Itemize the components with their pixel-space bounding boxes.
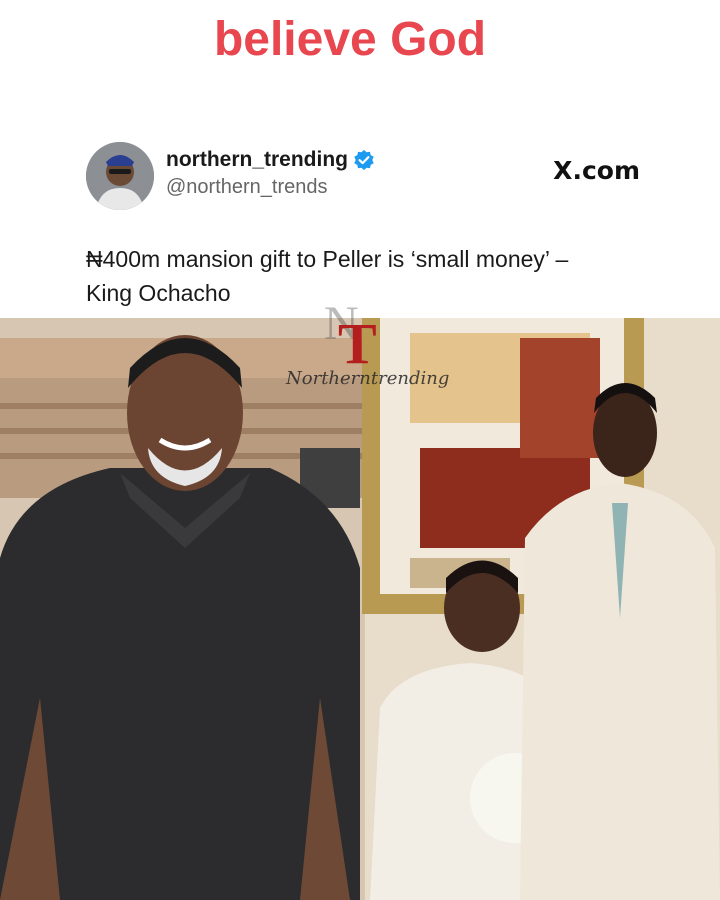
- watermark-t-letter: T: [338, 311, 377, 376]
- display-name[interactable]: northern_trending: [166, 148, 374, 172]
- display-name-text: northern_trending: [166, 148, 348, 171]
- watermark-text: Northerntrending: [286, 368, 450, 389]
- verified-badge-icon: [354, 150, 374, 170]
- account-names: northern_trending @northern_trends: [166, 148, 374, 199]
- caption-title: believe God: [213, 13, 487, 66]
- avatar[interactable]: [86, 142, 154, 210]
- x-logo[interactable]: X.com: [553, 156, 640, 185]
- account-handle[interactable]: @northern_trends: [166, 176, 374, 199]
- headline-line-1: ₦400m mansion gift to Peller is ‘small m…: [86, 246, 569, 272]
- watermark: N T Northerntrending: [284, 296, 449, 406]
- post-header: northern_trending @northern_trends X.com: [86, 142, 656, 212]
